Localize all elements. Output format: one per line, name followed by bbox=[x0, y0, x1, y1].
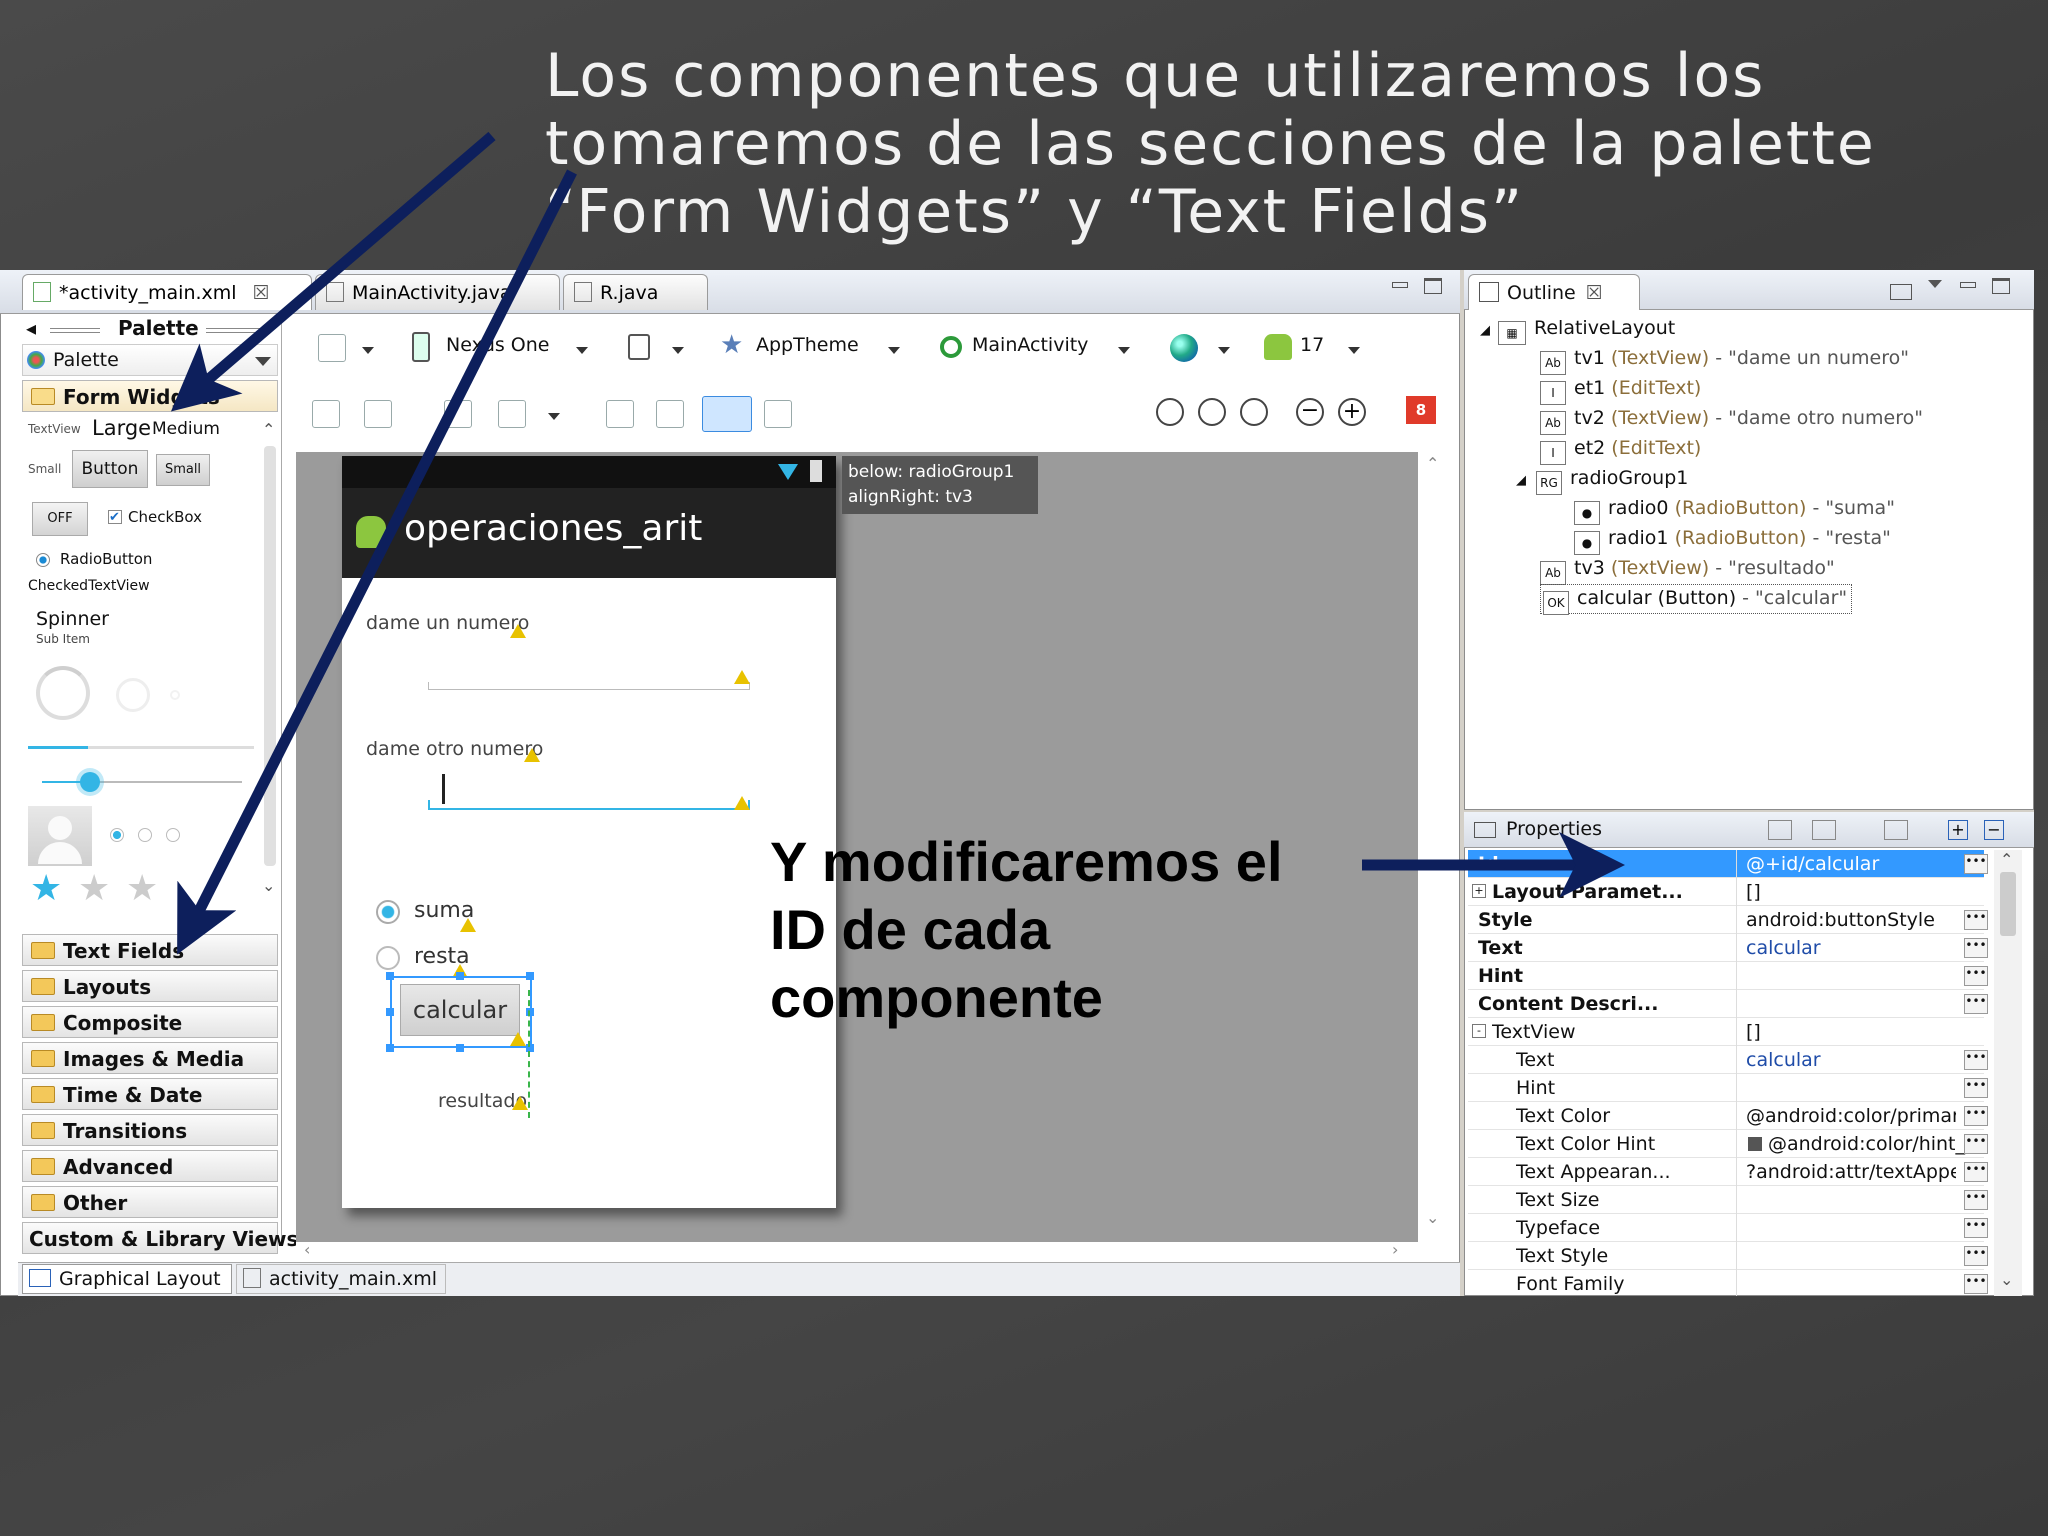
annotation-arrows bbox=[170, 131, 1625, 955]
arrow-to-text-fields bbox=[177, 169, 577, 955]
arrow-to-form-widgets bbox=[170, 131, 496, 412]
